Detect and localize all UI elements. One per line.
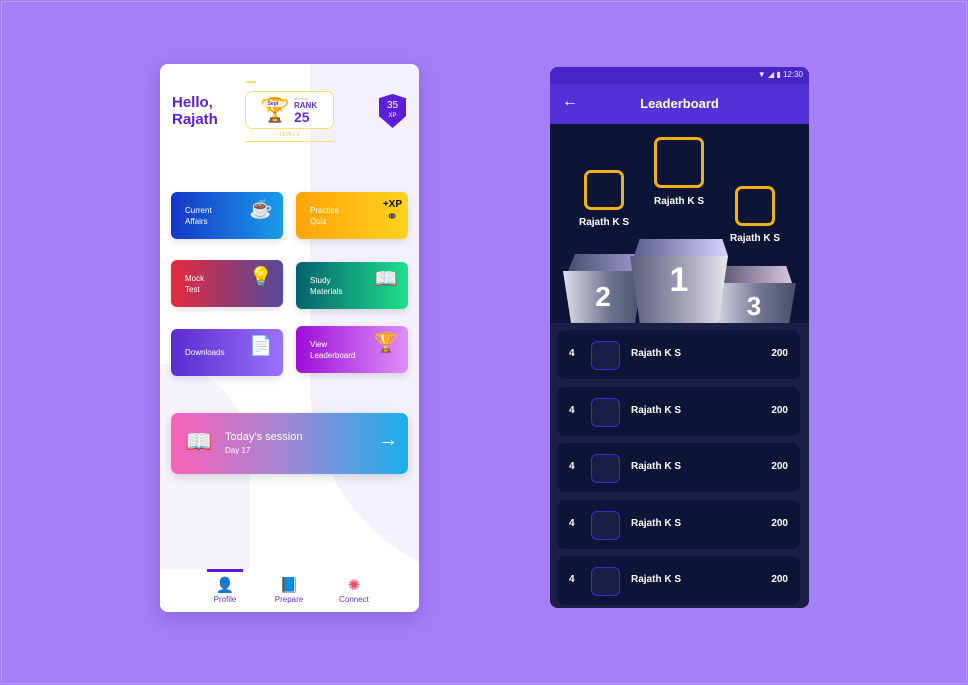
status-time: 12:30 — [782, 70, 803, 79]
nav-profile[interactable]: 👤 Profile — [200, 577, 250, 604]
row-rank: 4 — [569, 348, 575, 359]
podium-third: 3 — [712, 283, 796, 323]
podium-place: 1 — [669, 261, 689, 299]
arrow-right-icon[interactable]: → — [378, 429, 398, 452]
signal-icon: ◢ — [767, 70, 775, 79]
nav-label: Profile — [213, 595, 237, 604]
tile-label: Mock Test — [185, 273, 205, 294]
row-name: Rajath K S — [631, 461, 682, 472]
row-rank: 4 — [569, 405, 575, 416]
podium-top — [720, 266, 792, 283]
trophy-month-label: Sept — [263, 101, 283, 107]
row-name: Rajath K S — [631, 518, 682, 529]
nav-connect[interactable]: ✺ Connect — [329, 577, 379, 604]
tile-current-affairs[interactable]: Current Affairs ☕ — [171, 192, 283, 239]
leaderboard-row[interactable]: 4 Rajath K S 200 — [557, 500, 800, 549]
tile-label: Downloads — [185, 348, 225, 357]
tile-label: Practice Quiz — [310, 205, 339, 226]
person-icon: 👤 — [215, 577, 235, 594]
avatar — [591, 454, 620, 483]
nav-label: Connect — [339, 595, 369, 604]
row-score: 200 — [771, 405, 788, 416]
row-score: 200 — [771, 574, 788, 585]
level-label: LEVEL 0 — [245, 132, 334, 142]
avatar — [591, 398, 620, 427]
battery-icon: ▮ — [776, 70, 781, 79]
open-book-icon: 📖 — [374, 269, 398, 290]
avatar — [591, 341, 620, 370]
row-name: Rajath K S — [631, 348, 682, 359]
row-score: 200 — [771, 348, 788, 359]
podium-first: 1 — [630, 256, 728, 323]
leaderboard-row[interactable]: 4 Rajath K S 200 — [557, 387, 800, 436]
reading-icon: 📘 — [279, 577, 299, 594]
greeting: Hello, Rajath — [172, 94, 218, 128]
trophy-icon: 🏆 — [374, 333, 398, 354]
avatar-second[interactable] — [584, 170, 624, 210]
session-title: Today’s session — [225, 431, 303, 443]
podium-name-second: Rajath K S — [578, 217, 629, 228]
podium-top — [568, 254, 638, 271]
avatar — [591, 567, 620, 596]
tile-view-leaderboard[interactable]: View Leaderboard 🏆 — [296, 326, 408, 373]
status-bar: ▼ ◢ ▮ 12:30 — [550, 67, 809, 84]
xp-value: 35 — [386, 100, 399, 111]
podium-top — [634, 239, 728, 256]
row-rank: 4 — [569, 518, 575, 529]
leaderboard-screen: ▼ ◢ ▮ 12:30 ← Leaderboard Rajath K S Raj… — [550, 67, 809, 608]
avatar-third[interactable] — [735, 186, 775, 226]
tile-study-materials[interactable]: Study Materials 📖 — [296, 262, 408, 309]
home-screen: Hello, Rajath 🏆 Sept Monthly RANK 25 LEV… — [160, 64, 419, 612]
podium-second: 2 — [563, 271, 643, 323]
tile-practice-quiz[interactable]: Practice Quiz +XP ⚭ — [296, 192, 408, 239]
leaderboard-row[interactable]: 4 Rajath K S 200 — [557, 330, 800, 379]
bottom-nav: 👤 Profile 📘 Prepare ✺ Connect — [160, 569, 419, 612]
row-rank: 4 — [569, 461, 575, 472]
leaderboard-row[interactable]: 4 Rajath K S 200 — [557, 556, 800, 605]
tile-label: Study Materials — [310, 275, 343, 296]
tile-downloads[interactable]: Downloads 📄 — [171, 329, 283, 376]
reading-person-icon: 📖 — [185, 429, 213, 454]
row-score: 200 — [771, 461, 788, 472]
avatar-first[interactable] — [654, 137, 704, 188]
active-tab-indicator — [207, 569, 243, 572]
avatar — [591, 511, 620, 540]
row-rank: 4 — [569, 574, 575, 585]
tile-label: View Leaderboard — [310, 339, 356, 360]
row-score: 200 — [771, 518, 788, 529]
todays-session-card[interactable]: 📖 Today’s session Day 17 → — [171, 413, 408, 474]
background-shape — [310, 64, 419, 584]
glasses-icon: ⚭ — [386, 208, 398, 224]
nav-prepare[interactable]: 📘 Prepare — [264, 577, 314, 604]
session-day: Day 17 — [225, 446, 251, 455]
rank-card[interactable]: 🏆 Sept Monthly RANK 25 — [245, 91, 334, 129]
tile-label: Current Affairs — [185, 205, 212, 226]
app-bar: ← Leaderboard — [550, 84, 809, 124]
row-name: Rajath K S — [631, 405, 682, 416]
podium-place: 2 — [595, 281, 611, 312]
row-name: Rajath K S — [631, 574, 682, 585]
leaderboard-list: 4 Rajath K S 200 4 Rajath K S 200 4 Rajath K … — [550, 323, 809, 608]
canvas-border — [1, 1, 967, 684]
nav-label: Prepare — [274, 595, 304, 604]
desk-lamp-icon: 💡 — [249, 267, 273, 288]
network-icon: ✺ — [347, 577, 361, 594]
coffee-newspaper-icon: ☕ — [249, 199, 273, 220]
podium-name-first: Rajath K S — [653, 196, 704, 207]
podium-place: 3 — [746, 291, 762, 321]
pinned-document-icon: 📄 — [249, 336, 273, 357]
page-title: Leaderboard — [640, 96, 719, 111]
divider — [246, 81, 256, 83]
leaderboard-row[interactable]: 4 Rajath K S 200 — [557, 443, 800, 492]
tile-mock-test[interactable]: Mock Test 💡 — [171, 260, 283, 307]
wifi-icon: ▼ — [757, 70, 766, 79]
rank-value: 25 — [294, 109, 310, 125]
podium-name-third: Rajath K S — [729, 233, 780, 244]
